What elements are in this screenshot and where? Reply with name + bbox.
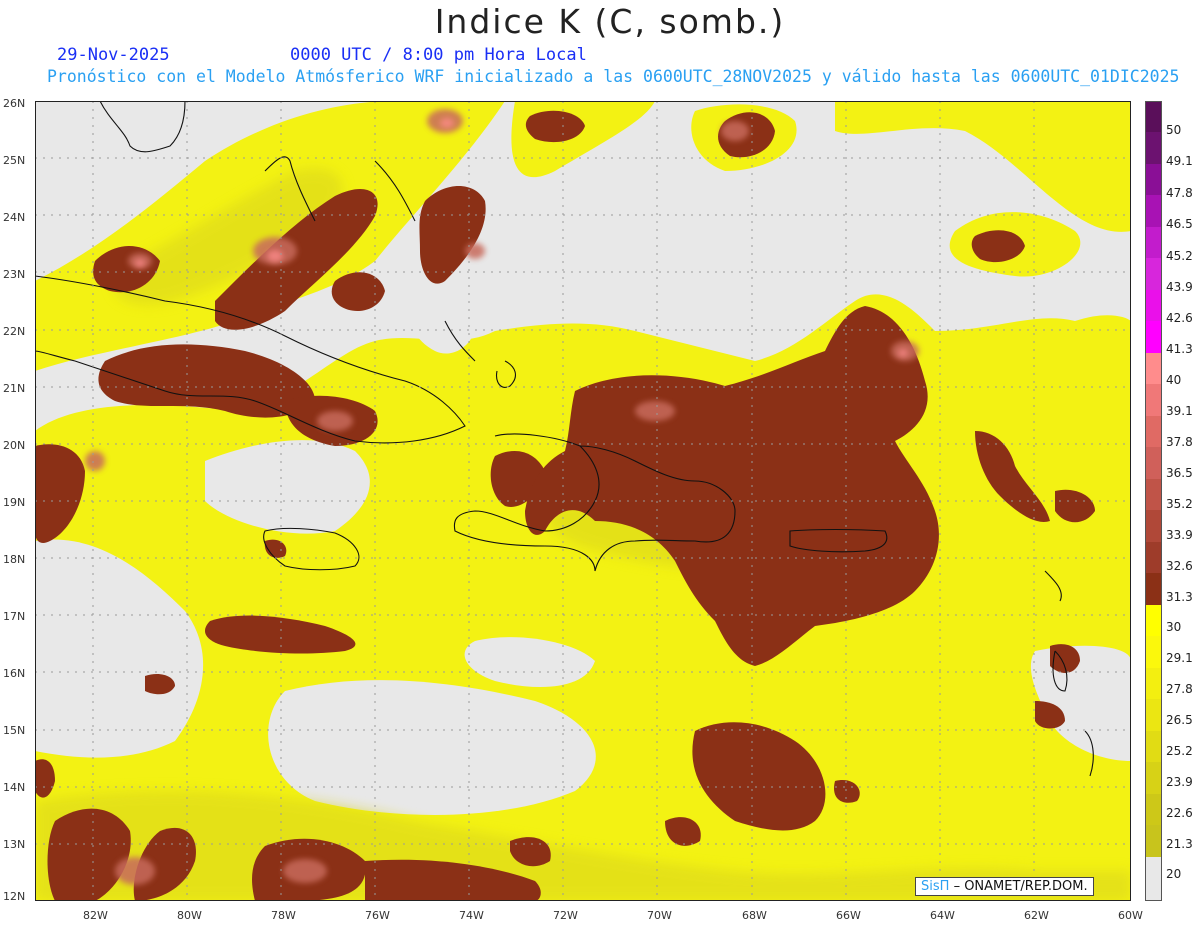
- colorbar-swatch: [1145, 227, 1162, 258]
- colorbar-label: 36.5: [1166, 466, 1193, 480]
- lat-label: 20N: [3, 439, 26, 452]
- colorbar-label: 49.1: [1166, 154, 1193, 168]
- colorbar-swatch: [1145, 479, 1162, 510]
- colorbar-swatch: [1145, 416, 1162, 447]
- credit-logo: SisΠ: [921, 879, 950, 894]
- colorbar-swatch: [1145, 132, 1162, 164]
- colorbar-swatch: [1145, 353, 1162, 384]
- lat-label: 15N: [3, 724, 26, 737]
- forecast-time: 0000 UTC / 8:00 pm Hora Local: [290, 45, 587, 65]
- colorbar-label: 40: [1166, 373, 1182, 387]
- colorbar-swatch: [1145, 668, 1162, 699]
- lat-label: 16N: [3, 667, 26, 680]
- colorbar-label: 46.5: [1166, 217, 1193, 231]
- colorbar-label: 43.9: [1166, 280, 1193, 294]
- colorbar-label: 22.6: [1166, 806, 1193, 820]
- colorbar-swatch: [1145, 321, 1162, 353]
- lon-label: 60W: [1118, 909, 1143, 922]
- colorbar-label: 50: [1166, 123, 1182, 137]
- colorbar-label: 45.2: [1166, 249, 1193, 263]
- map-title: Indice K (C, somb.): [434, 2, 786, 41]
- colorbar-swatch: [1145, 510, 1162, 542]
- colorbar-label: 27.8: [1166, 682, 1193, 696]
- colorbar-swatch: [1145, 762, 1162, 794]
- colorbar-label: 26.5: [1166, 713, 1193, 727]
- credit-box: SisΠ – ONAMET/REP.DOM.: [915, 877, 1094, 896]
- lat-label: 19N: [3, 496, 26, 509]
- lon-label: 70W: [647, 909, 672, 922]
- colorbar: [1145, 101, 1162, 901]
- lon-label: 72W: [553, 909, 578, 922]
- lon-label: 62W: [1024, 909, 1049, 922]
- forecast-date: 29-Nov-2025: [57, 45, 170, 65]
- colorbar-swatch: [1145, 636, 1162, 668]
- colorbar-label: 25.2: [1166, 744, 1193, 758]
- colorbar-label: 37.8: [1166, 435, 1193, 449]
- colorbar-swatch: [1145, 605, 1162, 636]
- colorbar-label: 42.6: [1166, 311, 1193, 325]
- k-index-map: [35, 101, 1131, 901]
- colorbar-swatch: [1145, 794, 1162, 825]
- colorbar-swatch: [1145, 857, 1162, 901]
- colorbar-label: 30: [1166, 620, 1182, 634]
- credit-text: – ONAMET/REP.DOM.: [953, 879, 1088, 894]
- colorbar-label: 32.6: [1166, 559, 1193, 573]
- colorbar-swatch: [1145, 542, 1162, 573]
- lon-label: 74W: [459, 909, 484, 922]
- colorbar-label: 20: [1166, 867, 1182, 881]
- lat-label: 24N: [3, 211, 26, 224]
- colorbar-label: 39.1: [1166, 404, 1193, 418]
- colorbar-label: 21.3: [1166, 837, 1193, 851]
- colorbar-swatch: [1145, 699, 1162, 731]
- colorbar-label: 33.9: [1166, 528, 1193, 542]
- forecast-subtitle: Pronóstico con el Modelo Atmósferico WRF…: [47, 67, 1180, 86]
- lon-label: 76W: [365, 909, 390, 922]
- colorbar-swatch: [1145, 164, 1162, 195]
- colorbar-swatch: [1145, 101, 1162, 132]
- lat-label: 26N: [3, 97, 26, 110]
- lat-label: 17N: [3, 610, 26, 623]
- lon-label: 80W: [177, 909, 202, 922]
- colorbar-label: 35.2: [1166, 497, 1193, 511]
- colorbar-swatch: [1145, 195, 1162, 227]
- colorbar-label: 31.3: [1166, 590, 1193, 604]
- colorbar-swatch: [1145, 731, 1162, 762]
- lat-label: 14N: [3, 781, 26, 794]
- lat-label: 23N: [3, 268, 26, 281]
- lat-label: 25N: [3, 154, 26, 167]
- lat-label: 12N: [3, 890, 26, 903]
- colorbar-label: 23.9: [1166, 775, 1193, 789]
- lon-label: 64W: [930, 909, 955, 922]
- lat-label: 13N: [3, 838, 26, 851]
- lat-label: 22N: [3, 325, 26, 338]
- colorbar-label: 47.8: [1166, 186, 1193, 200]
- lat-label: 21N: [3, 382, 26, 395]
- lon-label: 66W: [836, 909, 861, 922]
- lon-label: 82W: [83, 909, 108, 922]
- colorbar-swatch: [1145, 573, 1162, 605]
- lon-label: 68W: [742, 909, 767, 922]
- lat-label: 18N: [3, 553, 26, 566]
- colorbar-swatch: [1145, 258, 1162, 290]
- colorbar-label: 41.3: [1166, 342, 1193, 356]
- colorbar-swatch: [1145, 825, 1162, 857]
- colorbar-swatch: [1145, 447, 1162, 479]
- lon-label: 78W: [271, 909, 296, 922]
- colorbar-label: 29.1: [1166, 651, 1193, 665]
- colorbar-swatch: [1145, 384, 1162, 416]
- colorbar-swatch: [1145, 290, 1162, 321]
